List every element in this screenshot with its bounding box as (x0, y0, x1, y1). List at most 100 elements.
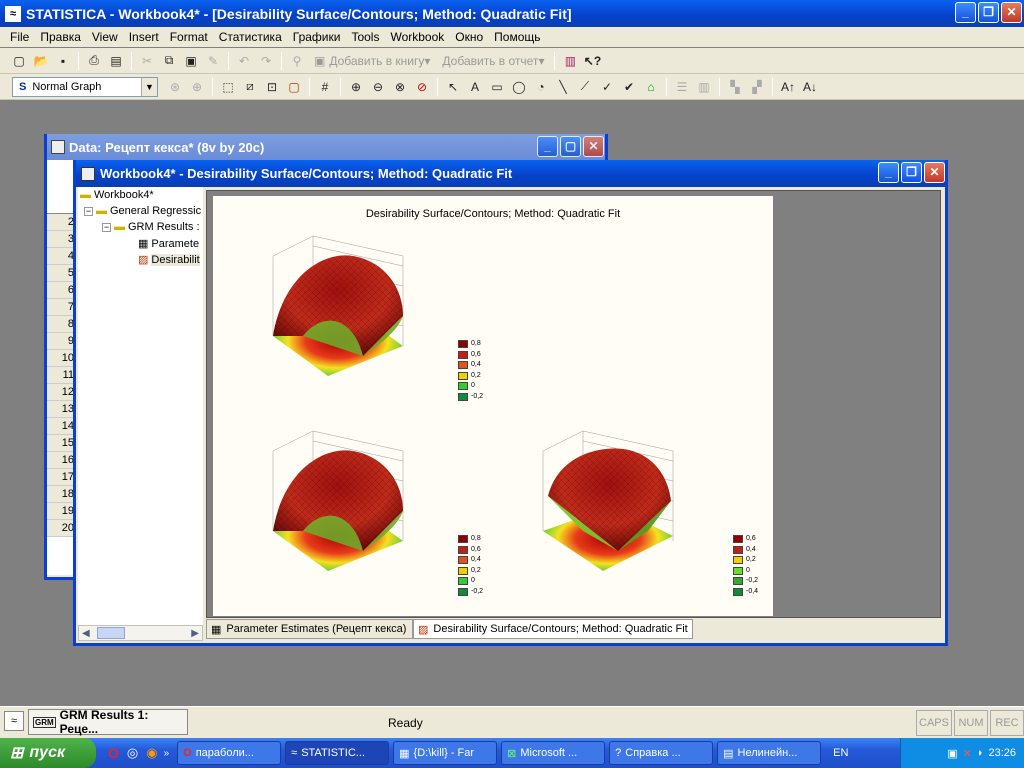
row-number[interactable]: 8 (47, 316, 76, 333)
task-help[interactable]: ? Справка ... (609, 741, 714, 765)
collapse-icon[interactable]: − (102, 222, 111, 232)
network-icon[interactable]: ▣ (947, 747, 957, 760)
polyline-tool-icon[interactable]: ⟋ (576, 78, 594, 96)
scroll-thumb[interactable] (96, 627, 125, 639)
format-painter-icon[interactable]: ✎ (204, 52, 222, 70)
open-folder-icon[interactable]: 📂 (32, 52, 50, 70)
antivirus-icon[interactable]: ✕ (963, 747, 972, 760)
data-close-button[interactable]: ✕ (583, 136, 604, 157)
menu-window[interactable]: Окно (455, 30, 483, 44)
brush-icon[interactable]: ⊛ (166, 78, 184, 96)
line-tool-icon[interactable]: ╲ (554, 78, 572, 96)
surface-plot-3[interactable] (523, 421, 693, 581)
pointer-icon[interactable]: ↖ (444, 78, 462, 96)
bring-front-icon[interactable]: ▚ (726, 78, 744, 96)
menu-format[interactable]: Format (170, 30, 208, 44)
volume-icon[interactable]: ◗ (977, 747, 984, 759)
row-number[interactable]: 3 (47, 231, 76, 248)
menu-statistics[interactable]: Статистика (219, 30, 282, 44)
workbook-close-button[interactable]: ✕ (924, 162, 945, 183)
row-number[interactable]: 16 (47, 452, 76, 469)
brush-tool-icon[interactable]: ✔ (620, 78, 638, 96)
copy-icon[interactable]: ⧉ (160, 52, 178, 70)
data-maximize-button[interactable]: ▢ (560, 136, 581, 157)
tree-item-workbook[interactable]: ▬ Workbook4* (80, 189, 154, 201)
zoom-out-icon[interactable]: ⊖ (369, 78, 387, 96)
binoculars-icon[interactable]: ⚲ (288, 52, 306, 70)
menu-file[interactable]: File (10, 30, 29, 44)
close-button[interactable]: ✕ (1001, 2, 1022, 23)
save-icon[interactable]: ▪ (54, 52, 72, 70)
zoom-area-icon[interactable]: ⊗ (391, 78, 409, 96)
print-icon[interactable]: ⎙ (85, 52, 103, 70)
row-number[interactable]: 13 (47, 401, 76, 418)
minimize-button[interactable]: _ (955, 2, 976, 23)
new-file-icon[interactable]: ▢ (10, 52, 28, 70)
row-number[interactable]: 2 (47, 214, 76, 231)
menu-tools[interactable]: Tools (351, 30, 379, 44)
row-number[interactable]: 10 (47, 350, 76, 367)
surface-plot-1[interactable] (253, 226, 423, 386)
row-number[interactable]: 7 (47, 299, 76, 316)
restore-button[interactable]: ❐ (978, 2, 999, 23)
workbook-window[interactable]: Workbook4* - Desirability Surface/Contou… (73, 160, 948, 646)
tree-horizontal-scrollbar[interactable]: ◀ ▶ (78, 625, 203, 641)
ellipse-tool-icon[interactable]: ◯ (510, 78, 528, 96)
menu-workbook[interactable]: Workbook (390, 30, 444, 44)
workbook-minimize-button[interactable]: _ (878, 162, 899, 183)
task-statistica[interactable]: ≈ STATISTIC... (285, 741, 390, 765)
quicklaunch-more-icon[interactable]: » (164, 748, 170, 759)
chevron-down-icon[interactable]: ▼ (141, 77, 157, 96)
row-number[interactable]: 11 (47, 367, 76, 384)
send-back-icon[interactable]: ▞ (748, 78, 766, 96)
task-opera[interactable]: Oпараболи... (177, 741, 282, 765)
redo-icon[interactable]: ↷ (257, 52, 275, 70)
row-number[interactable]: 15 (47, 435, 76, 452)
status-grm-results-button[interactable]: GRM GRM Results 1: Реце... (28, 708, 188, 736)
scroll-right-icon[interactable]: ▶ (188, 628, 202, 639)
row-number[interactable]: 14 (47, 418, 76, 435)
language-indicator[interactable]: EN (833, 747, 848, 759)
graph-page[interactable]: Desirability Surface/Contours; Method: Q… (213, 196, 773, 616)
row-number[interactable]: 5 (47, 265, 76, 282)
row-number[interactable]: 17 (47, 469, 76, 486)
graph-layout-icon[interactable]: ⊡ (263, 78, 281, 96)
tree-item-grm-results[interactable]: − ▬ GRM Results : (102, 221, 200, 233)
menu-view[interactable]: View (92, 30, 118, 44)
task-far[interactable]: ▦ {D:\kill} - Far (393, 741, 498, 765)
print-preview-icon[interactable]: ▤ (107, 52, 125, 70)
graph-style-select[interactable]: S Normal Graph ▼ (12, 76, 158, 97)
scroll-left-icon[interactable]: ◀ (79, 628, 93, 639)
firefox-icon[interactable]: ◉ (146, 745, 157, 761)
row-number[interactable]: 18 (47, 486, 76, 503)
text-tool-icon[interactable]: A (466, 78, 484, 96)
menu-edit[interactable]: Правка (40, 30, 81, 44)
menu-graphs[interactable]: Графики (293, 30, 341, 44)
add-to-report-button[interactable]: Добавить в отчет ▾ (442, 54, 544, 68)
tree-item-desirability[interactable]: ▨ Desirabilit (138, 253, 200, 266)
status-app-icon[interactable]: ≈ (4, 711, 24, 731)
font-increase-icon[interactable]: A↑ (779, 78, 797, 96)
row-number[interactable]: 6 (47, 282, 76, 299)
surface-plot-2[interactable] (253, 421, 423, 581)
paste-icon[interactable]: ▣ (182, 52, 200, 70)
tree-item-general-regression[interactable]: − ▬ General Regressic (84, 205, 201, 217)
align-icon[interactable]: ☰ (673, 78, 691, 96)
grid-icon[interactable]: # (316, 78, 334, 96)
zoom-reset-icon[interactable]: ⊘ (413, 78, 431, 96)
workbook-restore-button[interactable]: ❐ (901, 162, 922, 183)
collapse-icon[interactable]: − (84, 206, 93, 216)
task-nonlinear[interactable]: ▤ Нелинейн... (717, 741, 822, 765)
tree-item-parameters[interactable]: ▦ Paramete (138, 237, 199, 251)
explorer-icon[interactable]: ◎ (127, 745, 138, 761)
rectangle-tool-icon[interactable]: ▭ (488, 78, 506, 96)
start-button[interactable]: ⊞ пуск (0, 738, 96, 768)
add-to-book-button[interactable]: ▣ Добавить в книгу ▾ (314, 54, 430, 68)
zoom-graph-icon[interactable]: ⊕ (188, 78, 206, 96)
freehand-tool-icon[interactable]: ✓ (598, 78, 616, 96)
row-number[interactable]: 12 (47, 384, 76, 401)
row-number[interactable]: 4 (47, 248, 76, 265)
menu-insert[interactable]: Insert (129, 30, 159, 44)
opera-icon[interactable]: O (108, 745, 119, 761)
font-decrease-icon[interactable]: A↓ (801, 78, 819, 96)
